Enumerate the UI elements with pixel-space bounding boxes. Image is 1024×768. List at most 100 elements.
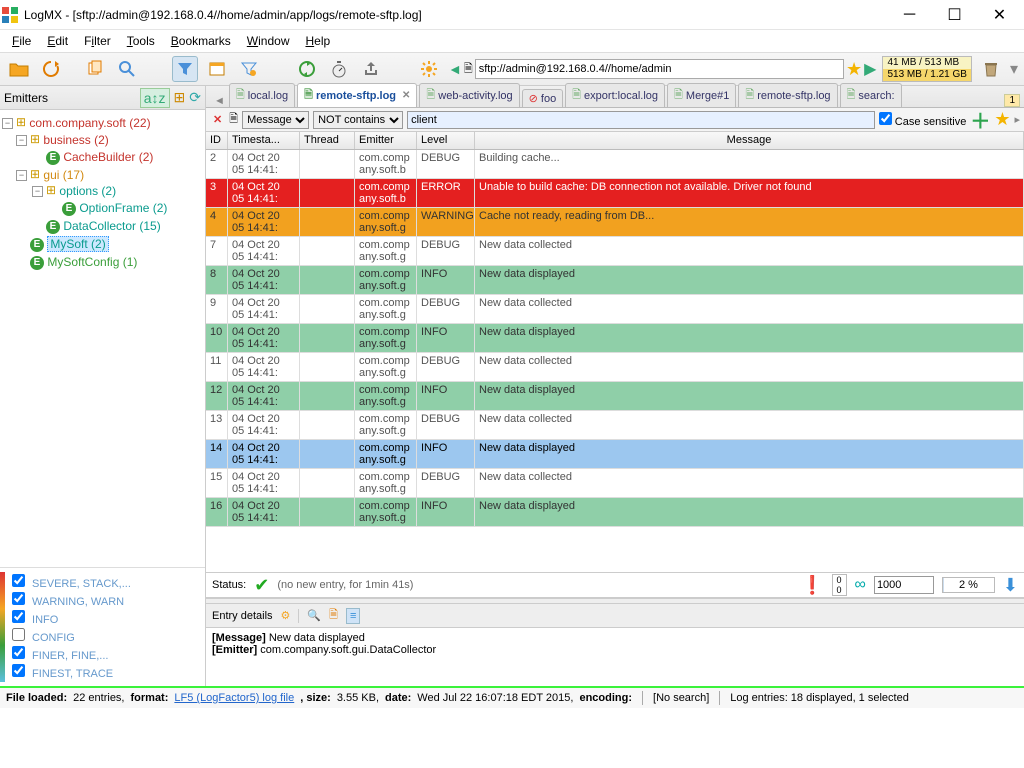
level-filter: SEVERE, STACK,... WARNING, WARN INFO CON… [0,567,205,686]
history-back-icon[interactable]: ◄ [448,61,462,77]
file-tab[interactable]: ⊘foo [522,89,564,107]
filter-op-select[interactable]: NOT contains [313,111,403,129]
refresh-icon[interactable] [38,56,64,82]
search-icon[interactable] [114,56,140,82]
tree-collapse-icon[interactable]: ⊞ [174,89,186,106]
menu-bookmarks[interactable]: Bookmarks [165,32,237,50]
filter-field-icon: 🗎 [229,110,238,129]
level-filter-item[interactable]: SEVERE, STACK,... [12,573,201,591]
infinity-icon[interactable]: ∞ [855,576,866,594]
file-tab[interactable]: 🗎export:local.log [565,83,665,107]
table-row[interactable]: 904 Oct 2005 14:41:com.company.soft.gDEB… [206,295,1024,324]
menu-tools[interactable]: Tools [121,32,161,50]
table-row[interactable]: 1104 Oct 2005 14:41:com.company.soft.gDE… [206,353,1024,382]
menu-file[interactable]: File [6,32,37,50]
details-copy-icon[interactable]: 🗎 [329,606,338,625]
trash-icon[interactable] [978,56,1004,82]
close-icon[interactable]: ✕ [402,90,410,101]
table-row[interactable]: 704 Oct 2005 14:41:com.company.soft.gDEB… [206,237,1024,266]
file-tab[interactable]: 🗎remote-sftp.log [738,83,837,107]
limit-input[interactable] [874,576,934,594]
emitters-tree[interactable]: −⊞ com.company.soft (22)−⊞ business (2)E… [0,110,205,567]
emitters-title: Emitters [4,91,136,105]
table-row[interactable]: 404 Oct 2005 14:41:com.company.soft.gWAR… [206,208,1024,237]
tabs-left-arrow-icon[interactable]: ◄ [210,95,229,107]
details-gear-icon[interactable]: ⚙ [281,609,291,622]
col-thread[interactable]: Thread [300,132,355,149]
file-tab[interactable]: 🗎search: [840,83,902,107]
export-icon[interactable] [358,56,384,82]
level-filter-item[interactable]: INFO [12,609,201,627]
funnel-icon[interactable] [172,56,198,82]
col-level[interactable]: Level [417,132,475,149]
table-row[interactable]: 304 Oct 2005 14:41:com.company.soft.bERR… [206,179,1024,208]
table-row[interactable]: 1204 Oct 2005 14:41:com.company.soft.gIN… [206,382,1024,411]
filter-more-icon[interactable]: ▸ [1014,113,1020,126]
table-row[interactable]: 804 Oct 2005 14:41:com.company.soft.gINF… [206,266,1024,295]
settings-gear-icon[interactable] [416,56,442,82]
col-message[interactable]: Message [475,132,1024,149]
tree-node[interactable]: E MySoft (2) [2,235,203,253]
add-filter-button[interactable]: ＋ [970,105,990,134]
calendar-filter-icon[interactable] [204,56,230,82]
table-row[interactable]: 1504 Oct 2005 14:41:com.company.soft.gDE… [206,469,1024,498]
tree-node[interactable]: E OptionFrame (2) [2,199,203,217]
table-row[interactable]: 1404 Oct 2005 14:41:com.company.soft.gIN… [206,440,1024,469]
menu-filter[interactable]: Filter [78,32,117,50]
filter-value-input[interactable] [407,111,875,129]
sort-az-icon[interactable]: a↕z [140,88,170,108]
level-filter-item[interactable]: FINEST, TRACE [12,663,201,681]
autorefresh-icon[interactable] [294,56,320,82]
copy-icon[interactable] [82,56,108,82]
case-sensitive-checkbox[interactable]: Case sensitive [879,112,967,128]
go-button[interactable]: ▶ [864,59,876,79]
alert-icon[interactable]: ❗ [801,575,823,596]
minimize-button[interactable]: ─ [887,1,932,29]
scroll-bottom-icon[interactable]: ⬇ [1003,575,1018,596]
clear-filter-button[interactable]: ✕ [210,113,225,126]
tree-node[interactable]: −⊞ gui (17) [2,166,203,183]
tabs-overflow-count[interactable]: 1 [1004,94,1020,107]
tree-node[interactable]: −⊞ business (2) [2,131,203,148]
table-row[interactable]: 204 Oct 2005 14:41:com.company.soft.bDEB… [206,150,1024,179]
tree-node[interactable]: E DataCollector (15) [2,217,203,235]
table-row[interactable]: 1604 Oct 2005 14:41:com.company.soft.gIN… [206,498,1024,527]
favorite-star-icon[interactable]: ★ [846,59,862,80]
col-timestamp[interactable]: Timesta... [228,132,300,149]
tree-node[interactable]: −⊞ options (2) [2,182,203,199]
maximize-button[interactable]: ☐ [932,1,977,29]
filter-field-select[interactable]: Message [242,111,309,129]
tree-node[interactable]: E MySoftConfig (1) [2,253,203,271]
tree-refresh-icon[interactable]: ⟳ [189,89,201,106]
close-button[interactable]: ✕ [977,1,1022,29]
level-filter-item[interactable]: FINER, FINE,... [12,645,201,663]
col-id[interactable]: ID [206,132,228,149]
file-tab[interactable]: 🗎remote-sftp.log✕ [297,83,417,107]
tree-node[interactable]: E CacheBuilder (2) [2,148,203,166]
app-icon [2,7,18,23]
file-tab[interactable]: 🗎local.log [229,83,295,107]
footer-entries-status: Log entries: 18 displayed, 1 selected [730,692,909,704]
level-filter-item[interactable]: WARNING, WARN [12,591,201,609]
toolbar-more-icon[interactable]: ▾ [1010,59,1018,79]
menu-window[interactable]: Window [241,32,296,50]
details-format-icon[interactable]: ≡ [346,608,360,624]
filter-favorite-icon[interactable]: ★ [994,109,1010,130]
file-tab[interactable]: 🗎web-activity.log [419,83,519,107]
advanced-filter-icon[interactable] [236,56,262,82]
table-body[interactable]: 204 Oct 2005 14:41:com.company.soft.bDEB… [206,150,1024,572]
address-input[interactable] [475,59,844,79]
level-filter-item[interactable]: CONFIG [12,627,201,645]
details-search-icon[interactable]: 🔍 [307,609,321,622]
menu-edit[interactable]: Edit [41,32,74,50]
stopwatch-icon[interactable] [326,56,352,82]
col-emitter[interactable]: Emitter [355,132,417,149]
file-tab[interactable]: 🗎Merge#1 [667,83,736,107]
footer-format-link[interactable]: LF5 (LogFactor5) log file [174,692,294,704]
table-row[interactable]: 1004 Oct 2005 14:41:com.company.soft.gIN… [206,324,1024,353]
open-folder-icon[interactable] [6,56,32,82]
table-row[interactable]: 1304 Oct 2005 14:41:com.company.soft.gDE… [206,411,1024,440]
table-header[interactable]: ID Timesta... Thread Emitter Level Messa… [206,132,1024,150]
tree-node[interactable]: −⊞ com.company.soft (22) [2,114,203,131]
menu-help[interactable]: Help [299,32,336,50]
